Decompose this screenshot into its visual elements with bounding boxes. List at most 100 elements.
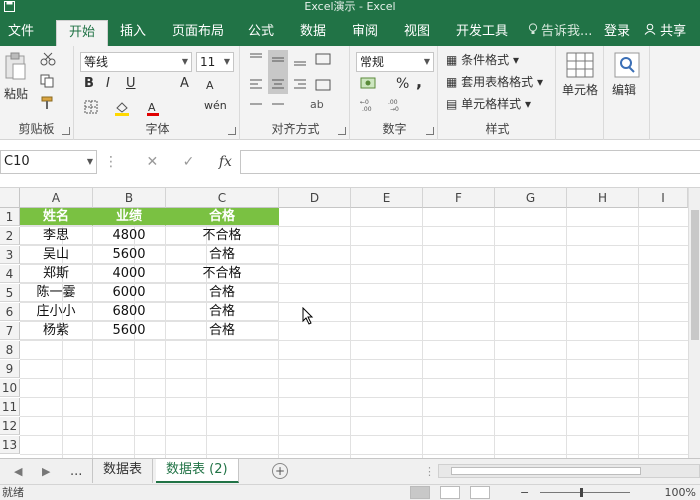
page-break-view-icon[interactable] (470, 486, 490, 499)
table-cell[interactable]: 合格 (166, 284, 279, 302)
font-launcher[interactable] (228, 127, 236, 135)
header-cell-qualified[interactable]: 合格 (166, 208, 279, 226)
horizontal-scrollbar[interactable] (438, 464, 700, 478)
name-box[interactable]: C10 ▼ (0, 150, 97, 174)
vertical-scroll-thumb[interactable] (691, 210, 699, 340)
table-cell[interactable]: 4800 (93, 227, 166, 245)
row-header-1[interactable]: 1 (0, 208, 20, 226)
column-header-h[interactable]: H (567, 188, 639, 208)
sheet-tab-data-2[interactable]: 数据表 (2) (156, 459, 239, 483)
find-icon[interactable] (614, 52, 640, 81)
table-cell[interactable]: 5600 (93, 322, 166, 340)
font-size-select[interactable]: 11 ▼ (196, 52, 234, 72)
zoom-out-icon[interactable]: − (520, 485, 529, 500)
font-color-icon[interactable]: A (146, 100, 160, 120)
shrink-font-button[interactable]: A (206, 78, 214, 94)
row-header-10[interactable]: 10 (0, 379, 20, 397)
number-format-select[interactable]: 常规 ▼ (356, 52, 434, 72)
table-cell[interactable]: 6000 (93, 284, 166, 302)
horizontal-scroll-thumb[interactable] (451, 467, 641, 475)
alignment-launcher[interactable] (338, 127, 346, 135)
row-header-6[interactable]: 6 (0, 303, 20, 321)
column-header-e[interactable]: E (351, 188, 423, 208)
table-cell[interactable]: 吴山 (20, 246, 93, 264)
tab-view[interactable]: 视图 (404, 20, 430, 46)
tab-formulas[interactable]: 公式 (248, 20, 274, 46)
tab-file[interactable]: 文件 (8, 20, 34, 46)
share-button[interactable]: 共享 (644, 20, 686, 46)
zoom-slider[interactable] (540, 488, 630, 497)
column-header-d[interactable]: D (279, 188, 351, 208)
cells-icon[interactable] (566, 52, 594, 81)
column-header-c[interactable]: C (166, 188, 279, 208)
currency-icon[interactable] (360, 76, 380, 94)
format-painter-icon[interactable] (40, 96, 56, 114)
add-sheet-icon[interactable]: + (272, 463, 288, 479)
sheet-tab-data[interactable]: 数据表 (92, 459, 154, 483)
table-cell[interactable]: 合格 (166, 246, 279, 264)
insert-function-icon[interactable]: fx (219, 154, 232, 170)
tab-insert[interactable]: 插入 (120, 20, 146, 46)
table-cell[interactable]: 6800 (93, 303, 166, 321)
tab-home[interactable]: 开始 (56, 20, 109, 46)
conditional-formatting-button[interactable]: ▦ 条件格式 ▾ (446, 52, 519, 68)
table-cell[interactable]: 合格 (166, 303, 279, 321)
tab-review[interactable]: 审阅 (352, 20, 378, 46)
table-cell[interactable]: 庄小小 (20, 303, 93, 321)
paste-button[interactable]: 粘贴 (4, 86, 28, 102)
cancel-icon[interactable]: ✕ (146, 154, 158, 170)
column-header-b[interactable]: B (93, 188, 166, 208)
number-launcher[interactable] (426, 127, 434, 135)
row-header-8[interactable]: 8 (0, 341, 20, 359)
row-header-2[interactable]: 2 (0, 227, 20, 245)
row-header-4[interactable]: 4 (0, 265, 20, 283)
clipboard-launcher[interactable] (62, 127, 70, 135)
page-layout-view-icon[interactable] (440, 486, 460, 499)
column-header-i[interactable]: I (639, 188, 688, 208)
table-cell[interactable]: 郑斯 (20, 265, 93, 283)
editing-button[interactable]: 编辑 (612, 82, 636, 98)
row-header-12[interactable]: 12 (0, 417, 20, 435)
table-cell[interactable]: 不合格 (166, 265, 279, 283)
table-cell[interactable]: 杨紫 (20, 322, 93, 340)
format-as-table-button[interactable]: ▦ 套用表格格式 ▾ (446, 74, 543, 90)
fill-color-icon[interactable] (114, 100, 130, 120)
row-header-7[interactable]: 7 (0, 322, 20, 340)
row-header-5[interactable]: 5 (0, 284, 20, 302)
column-header-g[interactable]: G (495, 188, 567, 208)
row-header-13[interactable]: 13 (0, 436, 20, 454)
sign-in-link[interactable]: 登录 (604, 20, 630, 46)
cells-button[interactable]: 单元格 (562, 82, 598, 98)
row-header-3[interactable]: 3 (0, 246, 20, 264)
increase-decimal-icon[interactable]: ←0.00 (360, 98, 386, 116)
zoom-slider-knob[interactable] (580, 488, 583, 497)
enter-icon[interactable]: ✓ (183, 154, 195, 170)
tab-page-layout[interactable]: 页面布局 (172, 20, 224, 46)
borders-icon[interactable] (84, 100, 98, 118)
cell-styles-button[interactable]: ▤ 单元格样式 ▾ (446, 96, 531, 112)
formula-input[interactable] (240, 150, 700, 174)
decrease-decimal-icon[interactable]: .00 →0 (388, 98, 414, 116)
underline-button[interactable]: U (126, 76, 136, 92)
percent-button[interactable]: % (396, 76, 409, 92)
table-cell[interactable]: 陈一霎 (20, 284, 93, 302)
table-cell[interactable]: 不合格 (166, 227, 279, 245)
select-all-corner[interactable] (0, 188, 20, 208)
row-header-11[interactable]: 11 (0, 398, 20, 416)
table-cell[interactable]: 合格 (166, 322, 279, 340)
font-name-select[interactable]: 等线 ▼ (80, 52, 192, 72)
next-sheet-icon[interactable]: ▶ (42, 459, 50, 485)
zoom-level[interactable]: 100% (665, 485, 696, 500)
grow-font-button[interactable]: A (180, 76, 189, 92)
column-header-f[interactable]: F (423, 188, 495, 208)
column-header-a[interactable]: A (20, 188, 93, 208)
prev-sheet-icon[interactable]: ◀ (14, 459, 22, 485)
table-cell[interactable]: 4000 (93, 265, 166, 283)
paste-icon[interactable] (4, 52, 28, 82)
tab-developer[interactable]: 开发工具 (456, 20, 508, 46)
tell-me-box[interactable]: 告诉我... (528, 20, 592, 46)
tab-data[interactable]: 数据 (300, 20, 326, 46)
phonetic-button[interactable]: wén (204, 98, 227, 114)
table-cell[interactable]: 5600 (93, 246, 166, 264)
italic-button[interactable]: I (106, 76, 110, 92)
